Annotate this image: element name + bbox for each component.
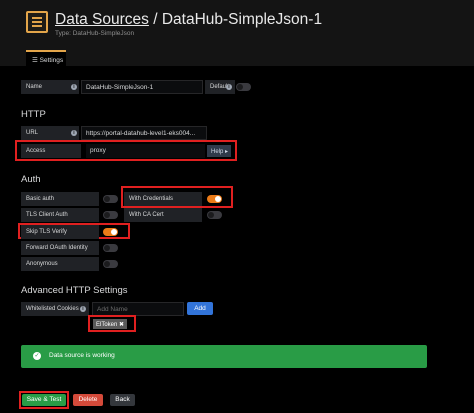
access-select[interactable]: proxy (86, 144, 205, 158)
skip-tls-verify-toggle[interactable] (103, 228, 118, 236)
tls-client-auth-toggle[interactable] (103, 211, 118, 219)
tab-settings-label: Settings (39, 57, 64, 64)
info-icon[interactable]: i (71, 84, 77, 90)
http-heading: HTTP (21, 109, 46, 120)
advanced-heading: Advanced HTTP Settings (21, 285, 128, 296)
add-button[interactable]: Add (187, 302, 213, 315)
alert-message: Data source is working (49, 352, 115, 359)
delete-button[interactable]: Delete (73, 394, 103, 406)
breadcrumb-data-sources[interactable]: Data Sources (55, 11, 149, 28)
url-input[interactable]: https://portal-datahub-level1-eks004... (81, 126, 207, 140)
with-ca-cert-label: With CA Cert (124, 208, 202, 222)
page-subtitle: Type: DataHub-SimpleJson (55, 30, 135, 37)
tab-settings[interactable]: ☰ Settings (26, 50, 66, 67)
anonymous-label: Anonymous (21, 257, 99, 271)
back-button[interactable]: Back (110, 394, 135, 406)
page-header: Data Sources / DataHub-SimpleJson-1 Type… (0, 0, 474, 67)
forward-oauth-label: Forward OAuth Identity (21, 241, 99, 255)
page-title: Data Sources / DataHub-SimpleJson-1 (55, 11, 322, 29)
auth-heading: Auth (21, 174, 41, 185)
datasource-name-title: / DataHub-SimpleJson-1 (148, 11, 323, 28)
success-alert: ✓ Data source is working (21, 345, 427, 368)
with-credentials-label: With Credentials (124, 192, 202, 206)
forward-oauth-toggle[interactable] (103, 244, 118, 252)
default-toggle[interactable] (236, 83, 251, 91)
help-button[interactable]: Help ▸ (207, 145, 231, 157)
with-credentials-toggle[interactable] (207, 195, 222, 203)
cookie-tag-eltoken[interactable]: ElToken ✖ (93, 319, 127, 329)
datasource-icon (26, 11, 48, 33)
settings-icon: ☰ (32, 57, 40, 64)
add-name-input[interactable]: Add Name (92, 302, 184, 316)
with-ca-cert-toggle[interactable] (207, 211, 222, 219)
tls-client-auth-label: TLS Client Auth (21, 208, 99, 222)
info-icon[interactable]: i (226, 84, 232, 90)
check-icon: ✓ (33, 352, 41, 360)
name-input[interactable]: DataHub-SimpleJson-1 (81, 80, 203, 94)
skip-tls-verify-label: Skip TLS Verify (21, 225, 99, 239)
whitelisted-cookies-label: Whitelisted Cookies (21, 302, 89, 316)
basic-auth-label: Basic auth (21, 192, 99, 206)
info-icon[interactable]: i (80, 306, 86, 312)
anonymous-toggle[interactable] (103, 260, 118, 268)
access-label: Access (21, 144, 81, 158)
basic-auth-toggle[interactable] (103, 195, 118, 203)
info-icon[interactable]: i (71, 130, 77, 136)
save-test-button[interactable]: Save & Test (22, 394, 66, 406)
